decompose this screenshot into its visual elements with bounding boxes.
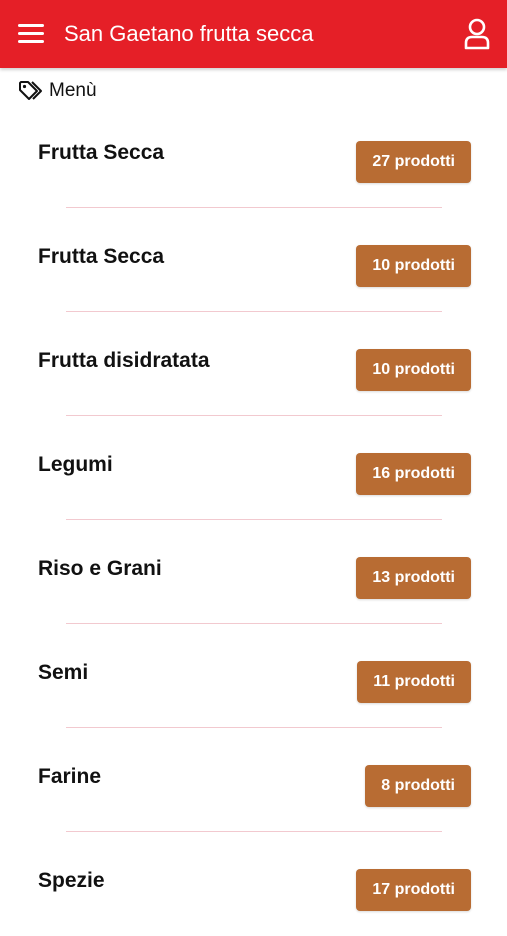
- category-list: Frutta Secca 27 prodotti Frutta Secca 10…: [0, 104, 507, 936]
- category-row[interactable]: Frutta disidratata 10 prodotti: [0, 312, 507, 416]
- tag-icon: [19, 81, 42, 100]
- product-count-badge[interactable]: 17 prodotti: [356, 869, 471, 911]
- category-name: Frutta disidratata: [38, 349, 210, 372]
- category-row[interactable]: Riso e Grani 13 prodotti: [0, 520, 507, 624]
- app-title: San Gaetano frutta secca: [64, 21, 314, 46]
- category-name: Semi: [38, 661, 89, 684]
- category-row[interactable]: Frutta Secca 27 prodotti: [0, 104, 507, 208]
- category-name: Legumi: [38, 453, 113, 476]
- product-count-badge[interactable]: 8 prodotti: [365, 765, 471, 807]
- menu-label: Menù: [49, 80, 97, 101]
- category-name: Frutta Secca: [38, 245, 165, 268]
- product-count-badge[interactable]: 27 prodotti: [356, 141, 471, 183]
- product-count-badge[interactable]: 10 prodotti: [356, 245, 471, 287]
- category-row[interactable]: Frutta Secca 10 prodotti: [0, 208, 507, 312]
- category-row[interactable]: Legumi 16 prodotti: [0, 416, 507, 520]
- user-account-icon[interactable]: [463, 18, 491, 50]
- product-count-badge[interactable]: 13 prodotti: [356, 557, 471, 599]
- category-name: Riso e Grani: [38, 557, 162, 580]
- category-row[interactable]: Farine 8 prodotti: [0, 728, 507, 832]
- category-name: Spezie: [38, 869, 105, 892]
- product-count-badge[interactable]: 11 prodotti: [357, 661, 471, 703]
- hamburger-menu-icon[interactable]: [18, 22, 44, 46]
- category-row[interactable]: Spezie 17 prodotti: [0, 832, 507, 936]
- app-header: San Gaetano frutta secca: [0, 0, 507, 68]
- category-name: Farine: [38, 765, 102, 788]
- category-name: Frutta Secca: [38, 141, 165, 164]
- product-count-badge[interactable]: 16 prodotti: [356, 453, 471, 495]
- product-count-badge[interactable]: 10 prodotti: [356, 349, 471, 391]
- category-row[interactable]: Semi 11 prodotti: [0, 624, 507, 728]
